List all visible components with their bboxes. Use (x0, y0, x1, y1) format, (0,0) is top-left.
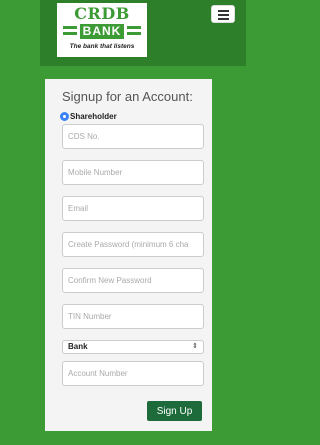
page-title: Signup for an Account: (62, 89, 193, 104)
select-arrows-icon: ⇕ (192, 343, 198, 350)
confirm-password-input[interactable] (62, 268, 204, 293)
hamburger-menu-icon[interactable] (211, 5, 235, 23)
bank-select[interactable]: Bank ⇕ (62, 340, 204, 354)
logo-right-stripe-top (127, 26, 141, 29)
logo-bank-text: BANK (80, 24, 124, 39)
menu-line-top (218, 10, 229, 12)
sign-up-button[interactable]: Sign Up (147, 401, 202, 421)
account-number-input[interactable] (62, 361, 204, 386)
logo-right-stripe-bottom (127, 32, 141, 35)
radio-selected-icon[interactable] (60, 111, 69, 121)
menu-line-bottom (218, 18, 229, 20)
create-password-input[interactable] (62, 232, 204, 257)
logo-left-stripe-top (63, 26, 77, 29)
mobile-number-input[interactable] (62, 160, 204, 185)
bank-select-value: Bank (68, 342, 88, 351)
cds-number-input[interactable] (62, 124, 204, 149)
tin-number-input[interactable] (62, 304, 204, 329)
logo-tagline: The bank that listens (69, 43, 135, 50)
crdb-bank-logo[interactable]: CRDB BANK The bank that listens (57, 3, 147, 57)
radio-label: Shareholder (70, 111, 117, 121)
logo-left-stripe-bottom (63, 32, 77, 35)
logo-crdb-text: CRDB (74, 4, 130, 23)
menu-line-middle (218, 14, 229, 16)
email-input[interactable] (62, 196, 204, 221)
account-type-radio[interactable]: Shareholder (60, 110, 117, 122)
